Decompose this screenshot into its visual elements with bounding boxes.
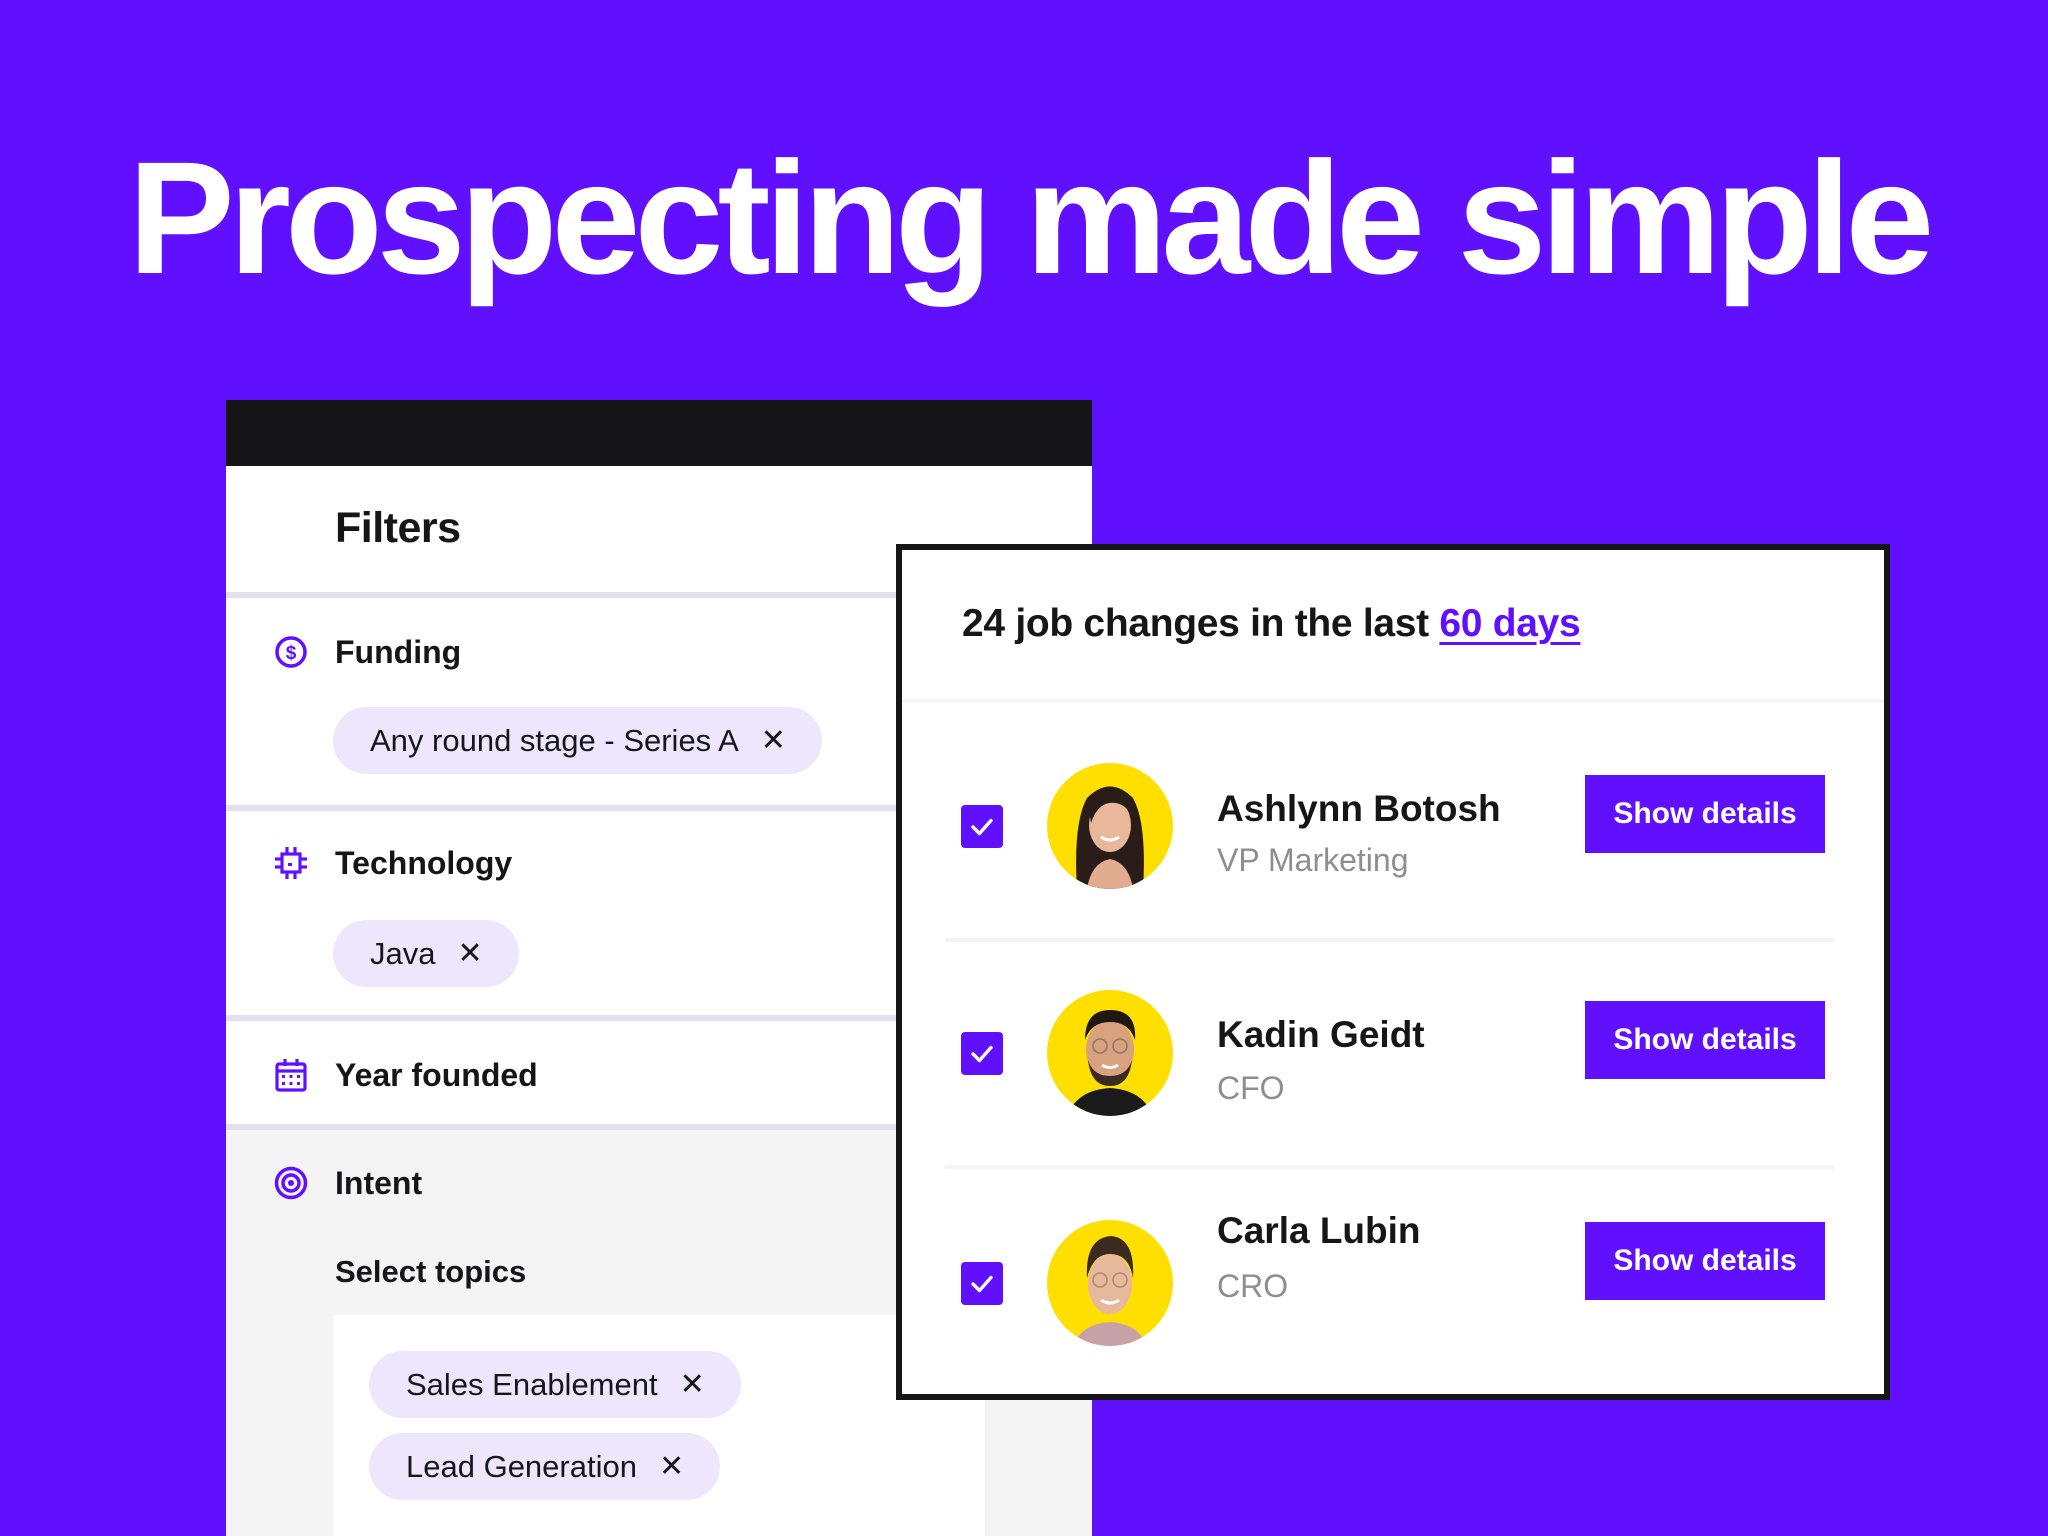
row-checkbox[interactable] — [961, 805, 1003, 848]
person-name: Kadin Geidt — [1217, 1014, 1425, 1055]
show-details-button[interactable]: Show details — [1585, 1222, 1825, 1300]
person-row: Ashlynn Botosh VP Marketing Show details — [902, 742, 1884, 922]
show-details-button[interactable]: Show details — [1585, 775, 1825, 853]
close-icon[interactable]: ✕ — [761, 725, 786, 756]
time-range-link[interactable]: 60 days — [1439, 602, 1580, 645]
check-icon — [971, 1045, 993, 1062]
avatar — [1047, 990, 1173, 1116]
row-checkbox[interactable] — [961, 1262, 1003, 1305]
chip-label: Any round stage - Series A — [370, 722, 739, 758]
row-checkbox[interactable] — [961, 1032, 1003, 1075]
dollar-circle-icon: $ — [274, 635, 308, 669]
target-icon — [274, 1166, 308, 1200]
divider — [945, 1165, 1835, 1169]
filter-label-funding: Funding — [335, 634, 462, 670]
filter-label-year-founded: Year founded — [335, 1057, 538, 1093]
close-icon[interactable]: ✕ — [457, 938, 482, 969]
person-title: CRO — [1217, 1268, 1289, 1304]
person-name: Carla Lubin — [1217, 1210, 1421, 1251]
calendar-icon — [274, 1058, 308, 1092]
person-title: VP Marketing — [1217, 842, 1409, 878]
topic-chip-sales-enablement[interactable]: Sales Enablement ✕ — [369, 1351, 741, 1418]
avatar — [1047, 763, 1173, 889]
avatar — [1047, 1220, 1173, 1346]
panel-top-bar — [226, 400, 1092, 466]
filter-chip-java[interactable]: Java ✕ — [333, 920, 519, 987]
job-changes-card: 24 job changes in the last 60 days Ashly… — [896, 544, 1890, 1400]
svg-text:$: $ — [286, 643, 297, 664]
close-icon[interactable]: ✕ — [659, 1451, 684, 1482]
show-details-button[interactable]: Show details — [1585, 1001, 1825, 1079]
chip-label: Java — [370, 935, 436, 971]
divider — [945, 938, 1835, 942]
check-icon — [971, 1275, 993, 1292]
filters-title: Filters — [335, 504, 461, 552]
select-topics-label: Select topics — [335, 1254, 527, 1289]
person-title: CFO — [1217, 1070, 1285, 1106]
filter-chip-funding-stage[interactable]: Any round stage - Series A ✕ — [333, 707, 822, 774]
job-changes-count-text: 24 job changes in the last — [962, 602, 1440, 645]
job-changes-heading: 24 job changes in the last 60 days — [962, 602, 1581, 646]
chip-label: Sales Enablement — [406, 1366, 658, 1402]
check-icon — [971, 818, 993, 835]
topic-chip-lead-generation[interactable]: Lead Generation ✕ — [369, 1433, 721, 1500]
filter-label-intent: Intent — [335, 1165, 423, 1201]
topics-input-box[interactable] — [333, 1315, 985, 1536]
close-icon[interactable]: ✕ — [680, 1369, 705, 1400]
person-row: Carla Lubin CRO Show details — [902, 1200, 1884, 1380]
filter-label-technology: Technology — [335, 845, 513, 881]
page-headline: Prospecting made simple — [128, 128, 1934, 307]
person-row: Kadin Geidt CFO Show details — [902, 970, 1884, 1150]
chip-icon — [274, 846, 308, 880]
person-name: Ashlynn Botosh — [1217, 788, 1501, 829]
divider — [902, 699, 1884, 703]
chip-label: Lead Generation — [406, 1448, 637, 1484]
